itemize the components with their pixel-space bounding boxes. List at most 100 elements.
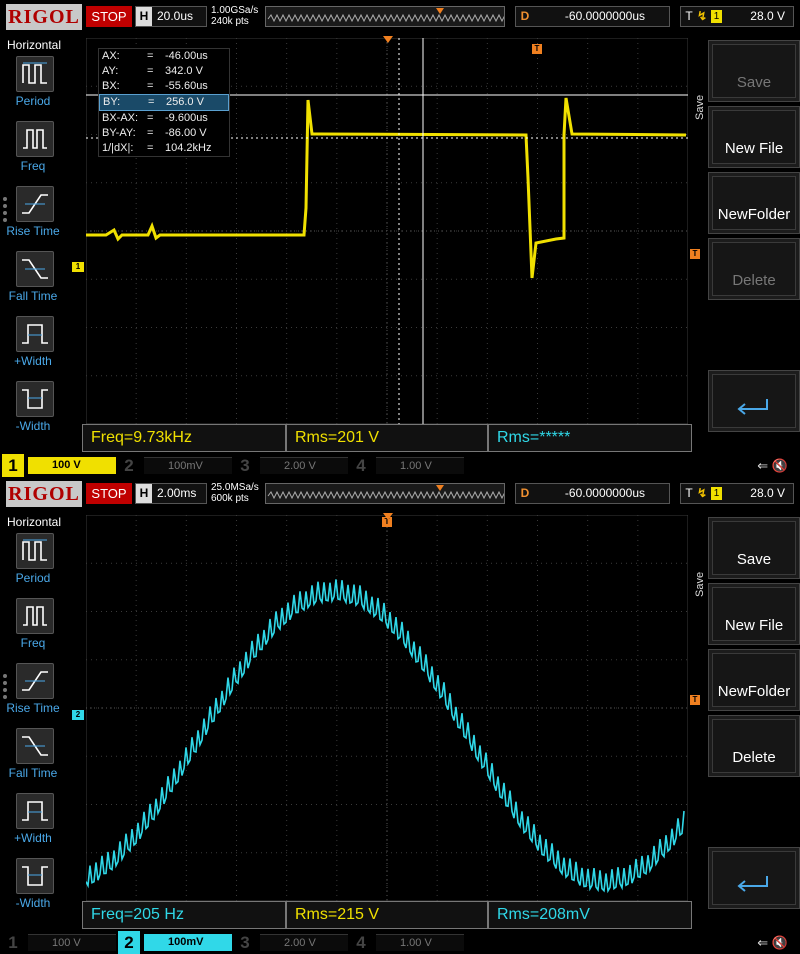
cursor-readout-value: 256.0 V (166, 96, 204, 108)
cursor-readout-row: 1/|dX|: = 104.2kHz (99, 141, 229, 156)
sample-rate: 25.0MSa/s (211, 482, 259, 493)
cursor-readout-row: BY-AY: = -86.00 V (99, 126, 229, 141)
usb-mute-icons: ⇐ 🔇 (757, 935, 788, 950)
channel-3-status[interactable]: 3 2.00 V (234, 931, 348, 954)
waveform-display: AX: = -46.00us AY: = 342.0 V BX: = -55.60us BY: = 2… (85, 37, 689, 425)
save-button[interactable]: Save (708, 40, 800, 102)
timebase-value: 20.0us (157, 9, 194, 23)
channel-2-status[interactable]: 2 100mV (118, 454, 232, 477)
save-button[interactable]: Save (708, 517, 800, 579)
save-menu-tab: Save (692, 541, 706, 601)
measure-item-freq[interactable]: Freq (0, 121, 66, 183)
horizontal-label: H (136, 7, 152, 26)
measure-item-label: Fall Time (8, 289, 58, 303)
delay-display[interactable]: D -60.0000000us (515, 483, 670, 504)
channel-2-status[interactable]: 2 100mV (118, 931, 232, 954)
channel-number: 2 (124, 456, 134, 475)
channel-4-status[interactable]: 4 1.00 V (350, 454, 464, 477)
menu-title: Horizontal (6, 38, 62, 52)
enter-button[interactable] (708, 847, 800, 909)
channel-1-status[interactable]: 1 100 V (2, 931, 116, 954)
measure-item-period[interactable]: Period (0, 533, 66, 595)
trigger-display[interactable]: T ↯ 1 28.0 V (680, 483, 794, 504)
top-status-bar: RIGOL STOP H 20.0us 1.00GSa/s 240k pts D -60.00… (0, 0, 800, 34)
button-label: NewFolder (717, 683, 791, 700)
measure-item-period[interactable]: Period (0, 56, 66, 118)
measure-item-width[interactable]: +Width (0, 316, 66, 378)
channel-scale: 2.00 V (260, 457, 348, 474)
usb-mute-icons: ⇐ 🔇 (757, 458, 788, 473)
newfolder-button[interactable]: NewFolder (708, 649, 800, 711)
horizontal-timebase[interactable]: H 20.0us (135, 6, 207, 27)
measure-item-fall-time[interactable]: Fall Time (0, 251, 66, 313)
channel-offset-marker[interactable]: 2 (72, 710, 84, 720)
run-stop-button[interactable]: STOP (86, 483, 132, 504)
channel-number: 1 (8, 933, 18, 952)
newfolder-button[interactable]: NewFolder (708, 172, 800, 234)
save-menu: Save Save New File NewFolder Delete (692, 38, 800, 454)
scope-panel-1: RIGOL STOP H 20.0us 1.00GSa/s 240k pts D -60.00… (0, 0, 800, 477)
delete-button[interactable]: Delete (708, 715, 800, 777)
trigger-display[interactable]: T ↯ 1 28.0 V (680, 6, 794, 27)
memory-overview-bar (265, 483, 505, 504)
measure-item-width[interactable]: +Width (0, 793, 66, 855)
cursor-readout-label: BX-AX: (102, 112, 139, 124)
measure-item-label: -Width (15, 419, 51, 433)
measure-item-label: Freq (20, 636, 46, 650)
delete-button[interactable]: Delete (708, 238, 800, 300)
enter-icon (737, 399, 768, 415)
channel-number: 4 (356, 933, 366, 952)
memory-waveform-preview (267, 485, 504, 500)
horizontal-timebase[interactable]: H 2.00ms (135, 483, 207, 504)
enter-button[interactable] (708, 370, 800, 432)
cursor-readout-row: BX-AX: = -9.600us (99, 111, 229, 126)
cursor-readout-eq: = (148, 96, 155, 108)
new-file-button[interactable]: New File (708, 106, 800, 168)
cursor-readout-eq: = (147, 80, 154, 92)
channel-4-status[interactable]: 4 1.00 V (350, 931, 464, 954)
sample-info: 1.00GSa/s 240k pts (211, 5, 271, 27)
channel-status-bar: 1 100 V 2 100mV 3 2.00 V 4 1.00 V ⇐ 🔇 (0, 454, 800, 477)
cursor-readout-eq: = (147, 112, 154, 124)
measurement-result[interactable]: Rms=***** (488, 424, 692, 452)
measure-item-label: Freq (20, 159, 46, 173)
channel-1-status[interactable]: 1 100 V (2, 454, 116, 477)
trigger-source: 1 (711, 487, 723, 501)
cursor-readout-row: AY: = 342.0 V (99, 64, 229, 79)
horizontal-measure-menu: Horizontal Period Freq Rise Time Fall Time +W… (0, 513, 66, 931)
rise-time-icon (16, 186, 54, 222)
run-stop-button[interactable]: STOP (86, 6, 132, 27)
cursor-readout-label: BY: (103, 96, 121, 108)
measurement-result[interactable]: Freq=9.73kHz (82, 424, 286, 452)
measurement-result[interactable]: Freq=205 Hz (82, 901, 286, 929)
cursor-readout-value: -46.00us (165, 50, 208, 62)
cursor-readout: AX: = -46.00us AY: = 342.0 V BX: = -55.60us BY: = 2… (98, 48, 230, 157)
memory-depth: 600k pts (211, 493, 249, 504)
trigger-level: 28.0 V (750, 9, 785, 23)
measure-item-fall-time[interactable]: Fall Time (0, 728, 66, 790)
delay-label: D (520, 486, 530, 500)
channel-3-status[interactable]: 3 2.00 V (234, 454, 348, 477)
button-label: Delete (732, 749, 776, 766)
measure-item-freq[interactable]: Freq (0, 598, 66, 660)
button-label: NewFolder (717, 206, 791, 223)
measurement-result[interactable]: Rms=208mV (488, 901, 692, 929)
measure-item-label: +Width (14, 354, 52, 368)
measure-item-width[interactable]: -Width (0, 858, 66, 920)
cursor-readout-eq: = (147, 65, 154, 77)
measurement-result[interactable]: Rms=201 V (286, 424, 488, 452)
channel-scale: 100mV (144, 457, 232, 474)
channel-scale: 1.00 V (376, 934, 464, 951)
delay-display[interactable]: D -60.0000000us (515, 6, 670, 27)
cursor-readout-value: -55.60us (165, 80, 208, 92)
save-menu: Save Save New File NewFolder Delete (692, 515, 800, 931)
new-file-button[interactable]: New File (708, 583, 800, 645)
channel-scale: 1.00 V (376, 457, 464, 474)
freq-icon (16, 121, 54, 157)
measure-item-width[interactable]: -Width (0, 381, 66, 443)
measurement-result[interactable]: Rms=215 V (286, 901, 488, 929)
neg-width-icon (16, 381, 54, 417)
trigger-label: T (685, 486, 693, 500)
channel-offset-marker[interactable]: 1 (72, 262, 84, 272)
cursor-readout-eq: = (147, 142, 154, 154)
